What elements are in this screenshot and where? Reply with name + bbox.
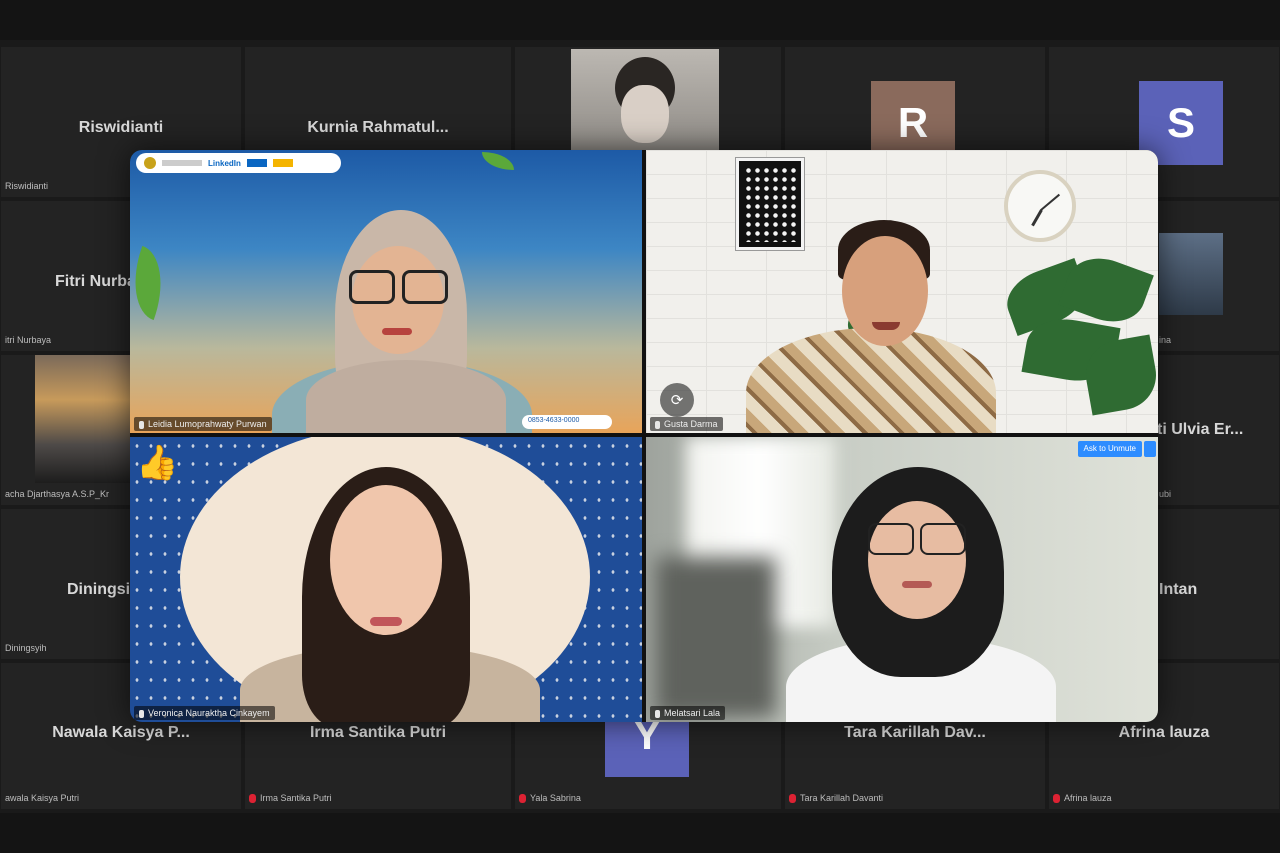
participant-footer: Riswidianti bbox=[5, 181, 49, 191]
video-feed-top-left[interactable]: LinkedIn 0853-4633-0000 Leidia Lumoprahw… bbox=[130, 150, 642, 433]
partner-logo-icon bbox=[246, 159, 267, 167]
video-feed-top-right[interactable]: ⟳ Gusta Darma bbox=[646, 150, 1158, 433]
participant-footer: Diningsyih bbox=[5, 643, 47, 653]
speaker-name: Veronica Nauraktha Cinkayem bbox=[148, 708, 270, 718]
participant-footer: itri Nurbaya bbox=[5, 335, 52, 345]
mic-icon bbox=[139, 420, 144, 429]
mic-icon bbox=[655, 420, 660, 429]
linkedin-logo: LinkedIn bbox=[208, 158, 241, 168]
leaf-decoration bbox=[482, 152, 514, 170]
participant-photo bbox=[1159, 233, 1223, 315]
participant-name: Nawala Kaisya P... bbox=[52, 724, 190, 742]
logo-text-block bbox=[162, 160, 202, 166]
participant-footer-text: Yala Sabrina bbox=[530, 792, 581, 803]
wall-clock bbox=[1004, 170, 1076, 242]
participant-footer: Yala Sabrina bbox=[519, 793, 581, 803]
leaf-decoration bbox=[130, 245, 177, 321]
participant-photo bbox=[35, 355, 133, 483]
speaker-name: Leidia Lumoprahwaty Purwan bbox=[148, 419, 267, 429]
muted-mic-icon bbox=[249, 794, 256, 803]
participant-footer: awala Kaisya Putri bbox=[5, 793, 80, 803]
participant-footer: acha Djarthasya A.S.P_Kr bbox=[5, 489, 110, 499]
blurred-object bbox=[656, 557, 776, 717]
participant-footer: ina bbox=[1159, 335, 1172, 345]
sponsor-logos: LinkedIn bbox=[136, 153, 341, 173]
camera-switch-icon[interactable]: ⟳ bbox=[660, 383, 694, 417]
contact-info: 0853-4633-0000 bbox=[522, 415, 612, 429]
participant-name: Afrina lauza bbox=[1118, 724, 1210, 742]
participant-name: Kurnia Rahmatul... bbox=[307, 119, 449, 136]
mic-icon bbox=[139, 709, 144, 718]
participant-footer: Tara Karillah Davanti bbox=[789, 793, 883, 803]
speaker-name-tag: Melatsari Lala bbox=[650, 706, 726, 720]
participant-footer-text: Afrina lauza bbox=[1064, 792, 1112, 803]
participant-footer: Irma Santika Putri bbox=[249, 793, 332, 803]
participant-name: ti Ulvia Er... bbox=[1157, 421, 1244, 438]
muted-mic-icon bbox=[1053, 794, 1060, 803]
speaker-name: Melatsari Lala bbox=[664, 708, 721, 718]
video-feed-bottom-right[interactable]: Ask to Unmute Melatsari Lala bbox=[646, 437, 1158, 722]
participant-footer-text: Tara Karillah Davanti bbox=[800, 792, 884, 803]
muted-mic-icon bbox=[519, 794, 526, 803]
speaker-name: Gusta Darma bbox=[664, 419, 718, 429]
muted-mic-icon bbox=[789, 794, 796, 803]
top-bar bbox=[0, 0, 1280, 40]
participant-name: Intan bbox=[1159, 581, 1198, 598]
participant-footer-text: Irma Santika Putri bbox=[260, 792, 332, 803]
participant-photo bbox=[571, 49, 719, 151]
ask-to-unmute-button[interactable]: Ask to Unmute bbox=[1077, 441, 1142, 457]
partner-logo-icon bbox=[272, 159, 293, 167]
participant-name: Irma Santika Putri bbox=[309, 724, 447, 742]
speaker-name-tag: Leidia Lumoprahwaty Purwan bbox=[134, 417, 272, 431]
thumbs-up-icon: 👍 bbox=[136, 444, 179, 482]
speaker-name-tag: Veronica Nauraktha Cinkayem bbox=[134, 706, 275, 720]
participant-footer: Afrina lauza bbox=[1053, 793, 1112, 803]
more-options-button[interactable] bbox=[1144, 441, 1156, 457]
speaker-name-tag: Gusta Darma bbox=[650, 417, 723, 431]
video-feed-bottom-left[interactable]: 👍 Veronica Nauraktha Cinkayem bbox=[130, 437, 642, 722]
mic-icon bbox=[655, 709, 660, 718]
university-logo-icon bbox=[144, 157, 156, 169]
spotlight-grid: LinkedIn 0853-4633-0000 Leidia Lumoprahw… bbox=[130, 150, 1158, 722]
wall-art bbox=[735, 157, 805, 251]
participant-footer: ubi bbox=[1159, 489, 1172, 499]
bottom-bar bbox=[0, 813, 1280, 853]
participant-name: Riswidianti bbox=[78, 119, 164, 136]
participant-name: Tara Karillah Dav... bbox=[844, 724, 986, 742]
